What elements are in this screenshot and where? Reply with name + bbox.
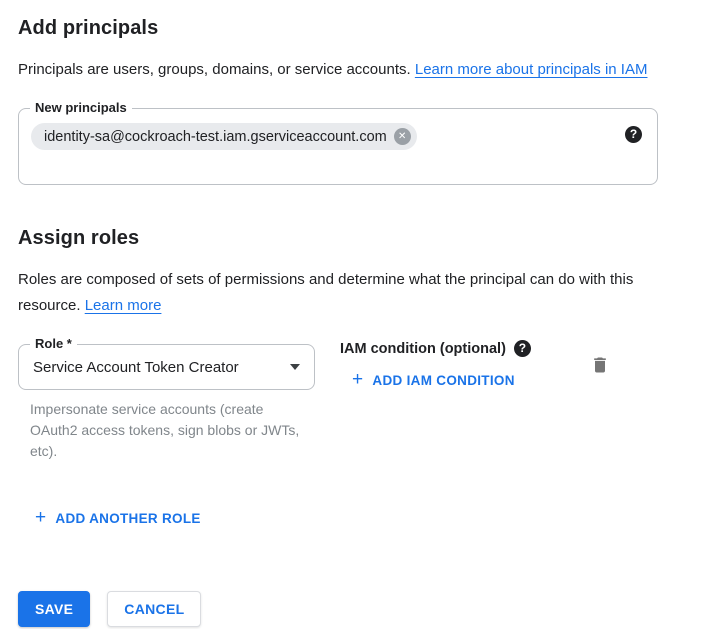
plus-icon: + — [352, 371, 363, 389]
add-iam-condition-button[interactable]: + ADD IAM CONDITION — [352, 371, 515, 389]
delete-role-column — [590, 344, 674, 380]
trash-icon — [590, 355, 610, 375]
iam-condition-column: IAM condition (optional) ? + ADD IAM CON… — [340, 344, 590, 390]
iam-condition-label: IAM condition (optional) — [340, 341, 506, 357]
role-helper-text: Impersonate service accounts (create OAu… — [30, 399, 312, 462]
principal-chip: identity-sa@cockroach-test.iam.gservicea… — [31, 123, 417, 150]
assign-roles-title: Assign roles — [18, 226, 713, 250]
delete-role-button[interactable] — [590, 355, 610, 375]
add-another-role-button[interactable]: + ADD ANOTHER ROLE — [35, 509, 201, 527]
add-another-role-label: ADD ANOTHER ROLE — [55, 511, 200, 526]
add-principals-description-text: Principals are users, groups, domains, o… — [18, 61, 411, 78]
save-button[interactable]: SAVE — [18, 591, 90, 627]
add-iam-condition-label: ADD IAM CONDITION — [372, 373, 514, 388]
role-select[interactable]: Role * Service Account Token Creator — [18, 344, 315, 390]
learn-more-roles-link[interactable]: Learn more — [85, 297, 162, 314]
new-principals-field[interactable]: New principals identity-sa@cockroach-tes… — [18, 108, 658, 185]
new-principals-label: New principals — [30, 100, 132, 116]
principals-help-icon[interactable]: ? — [625, 126, 642, 143]
role-column: Role * Service Account Token Creator Imp… — [18, 344, 315, 462]
plus-icon: + — [35, 509, 46, 527]
role-select-value: Service Account Token Creator — [19, 359, 290, 376]
chevron-down-icon — [290, 364, 300, 370]
chip-remove-icon[interactable]: ✕ — [394, 128, 411, 145]
add-principals-description: Principals are users, groups, domains, o… — [18, 57, 668, 83]
footer-actions: SAVE CANCEL — [18, 591, 713, 627]
add-principals-panel: Add principals Principals are users, gro… — [0, 0, 713, 627]
principal-chip-label: identity-sa@cockroach-test.iam.gservicea… — [44, 129, 387, 145]
learn-more-principals-link[interactable]: Learn more about principals in IAM — [415, 61, 648, 78]
assign-roles-description: Roles are composed of sets of permission… — [18, 267, 668, 319]
role-select-label: Role * — [30, 336, 77, 352]
role-row: Role * Service Account Token Creator Imp… — [18, 344, 658, 462]
cancel-button[interactable]: CANCEL — [107, 591, 201, 627]
iam-condition-help-icon[interactable]: ? — [514, 340, 531, 357]
add-principals-title: Add principals — [18, 16, 713, 40]
